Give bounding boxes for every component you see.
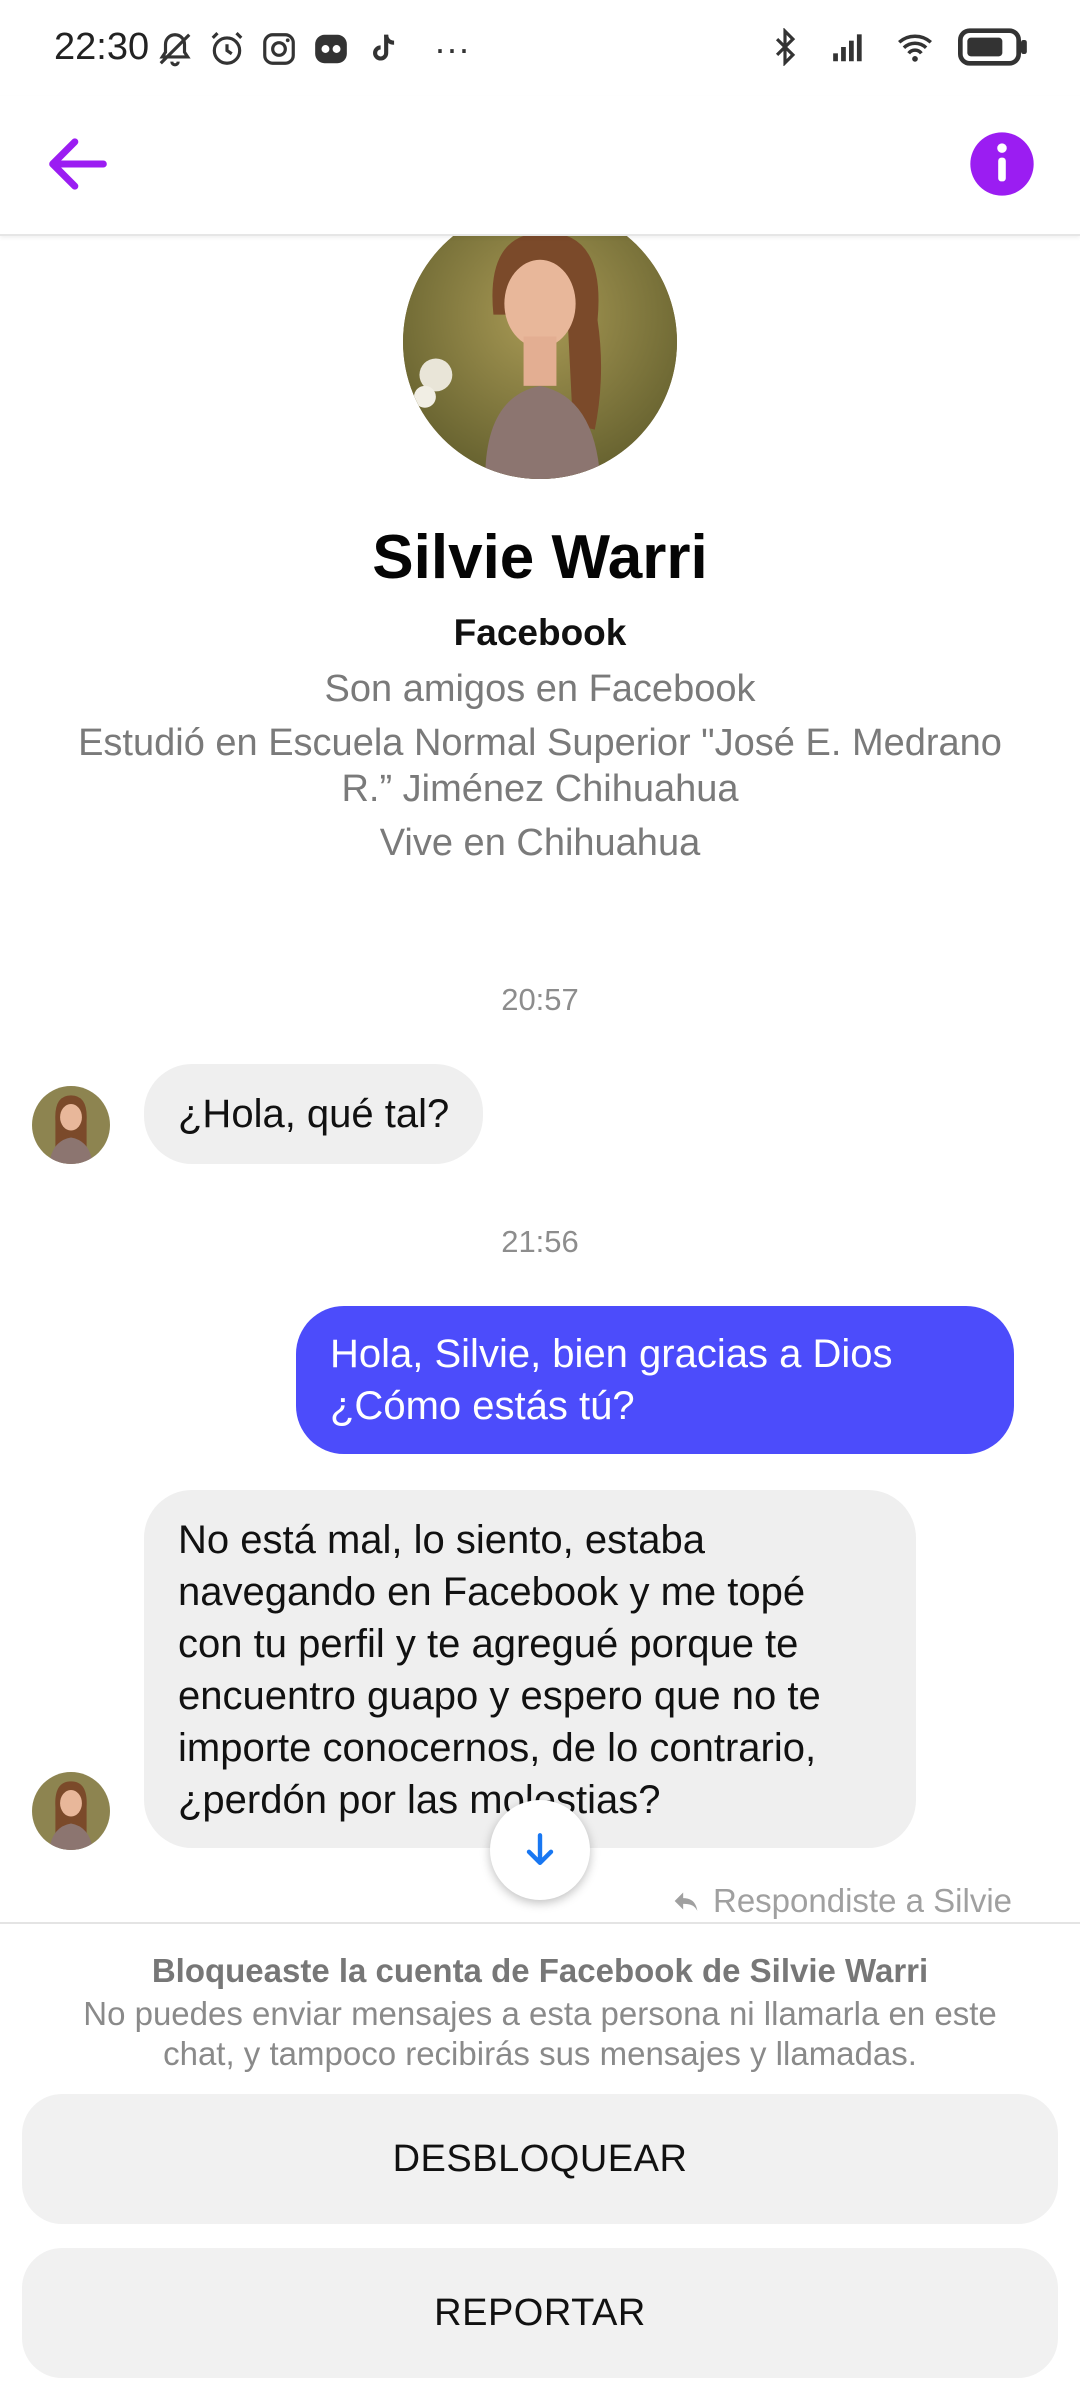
message-incoming[interactable]: No está mal, lo siento, estaba navegando… xyxy=(144,1490,916,1848)
status-right-icons xyxy=(766,28,1028,66)
message-text-line: Hola, Silvie, bien gracias a Dios xyxy=(330,1332,893,1376)
profile-name: Silvie Warri xyxy=(372,523,708,592)
message-text-line: importe conocernos, de lo contrario, xyxy=(178,1726,817,1770)
arrow-left-icon xyxy=(49,138,107,190)
blocked-notice-panel: Bloqueaste la cuenta de Facebook de Silv… xyxy=(0,1922,1080,2402)
bell-off-icon xyxy=(159,33,191,67)
message-incoming[interactable]: ¿Hola, qué tal? xyxy=(144,1064,484,1164)
instagram-icon xyxy=(263,33,295,65)
info-icon xyxy=(970,132,1034,196)
message-text-line: ¿Cómo estás tú? xyxy=(330,1384,635,1428)
status-left-icons: ··· xyxy=(156,28,470,70)
status-time: 22:30 xyxy=(54,26,150,68)
profile-photo xyxy=(403,205,677,479)
profile-friends: Son amigos en Facebook xyxy=(324,668,756,710)
report-button[interactable]: REPORTAR xyxy=(22,2248,1058,2378)
replied-label: Respondiste a Silvie xyxy=(713,1882,1012,1919)
message-text-line: con tu perfil y te agregué porque te xyxy=(178,1622,799,1666)
alarm-icon xyxy=(211,32,243,65)
status-bar: 22:30 ··· xyxy=(0,0,1080,96)
timestamp: 20:57 xyxy=(501,982,579,1017)
message-text-line: encuentro guapo y espero que no te xyxy=(178,1674,821,1718)
avatar[interactable] xyxy=(32,1772,110,1850)
signal-icon xyxy=(833,34,862,62)
message-text-line: navegando en Facebook y me topé xyxy=(178,1570,806,1614)
message-text: ¿Hola, qué tal? xyxy=(178,1092,450,1136)
battery-icon xyxy=(958,28,1027,66)
unblock-button[interactable]: DESBLOQUEAR xyxy=(22,2094,1058,2224)
blocked-title: Bloqueaste la cuenta de Facebook de Silv… xyxy=(151,1952,929,1989)
blocked-description-line: chat, y tampoco recibirás sus mensajes y… xyxy=(163,2035,917,2072)
avatar[interactable] xyxy=(32,1086,110,1164)
scroll-down-button[interactable] xyxy=(490,1800,590,1900)
profile-studied-1: Estudió en Escuela Normal Superior "José… xyxy=(78,722,1002,764)
profile-avatar[interactable] xyxy=(403,205,677,479)
bluetooth-icon xyxy=(775,28,796,66)
app-icon xyxy=(315,34,347,64)
status-more: ··· xyxy=(434,28,470,69)
info-button[interactable] xyxy=(964,126,1040,202)
blocked-description: No puedes enviar mensajes a esta persona… xyxy=(60,1994,1020,2074)
blocked-description-line: No puedes enviar mensajes a esta persona… xyxy=(83,1995,997,2032)
timestamp: 21:56 xyxy=(501,1224,579,1259)
reply-icon xyxy=(674,1892,698,1911)
profile-lives: Vive en Chihuahua xyxy=(379,822,701,864)
chat-header xyxy=(0,96,1080,236)
wifi-icon xyxy=(898,34,932,62)
tiktok-icon xyxy=(373,34,395,61)
profile-studied-2: R.” Jiménez Chihuahua xyxy=(341,768,739,810)
profile-source: Facebook xyxy=(453,612,627,653)
arrow-down-icon xyxy=(526,1833,554,1866)
message-outgoing[interactable]: Hola, Silvie, bien gracias a Dios ¿Cómo … xyxy=(296,1306,1014,1454)
replied-indicator: Respondiste a Silvie xyxy=(669,1882,1012,1920)
back-button[interactable] xyxy=(40,126,116,202)
message-text-line: No está mal, lo siento, estaba xyxy=(178,1518,705,1562)
